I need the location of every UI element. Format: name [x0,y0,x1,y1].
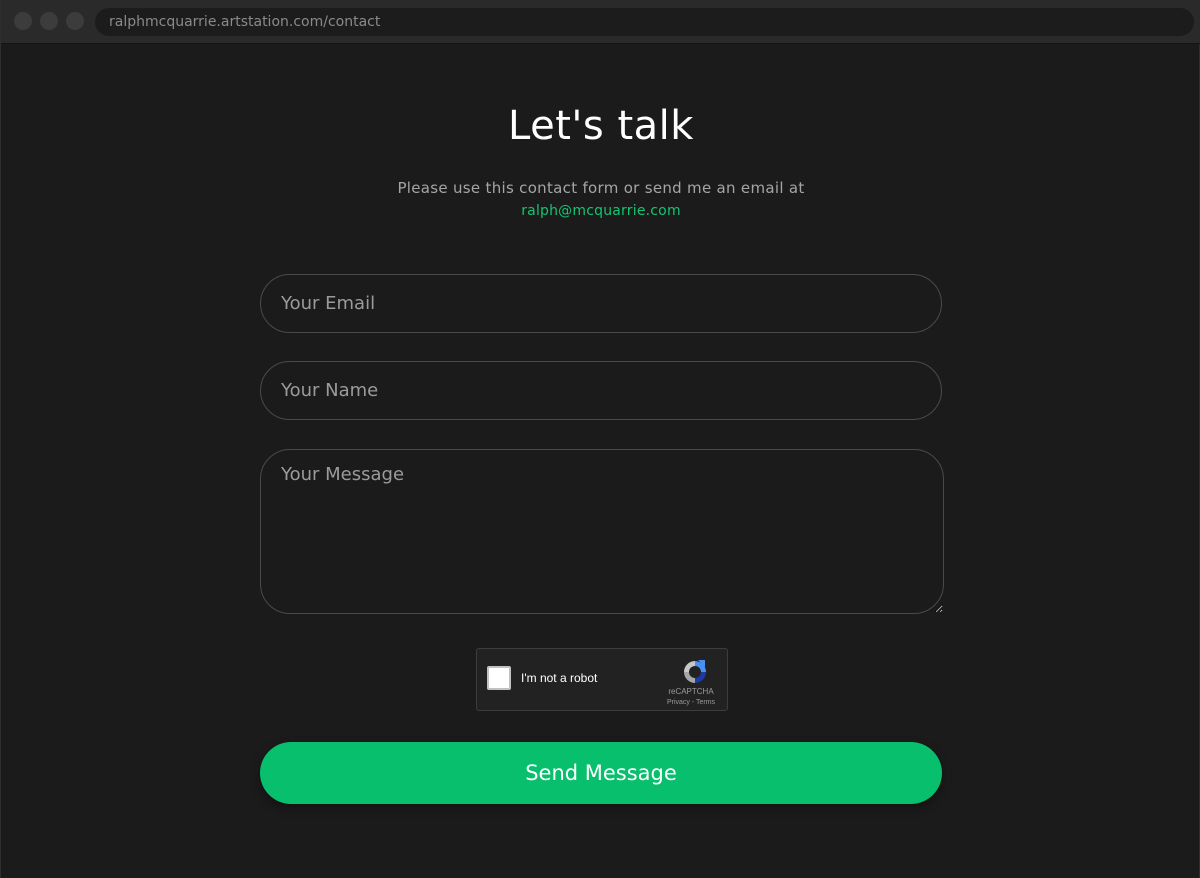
email-field[interactable] [260,274,942,333]
recaptcha-logo-icon [684,660,706,683]
recaptcha-brand: reCAPTCHA [668,687,714,696]
address-bar[interactable]: ralphmcquarrie.artstation.com/contact [95,8,1194,36]
send-message-button[interactable]: Send Message [260,742,942,804]
recaptcha-label: I'm not a robot [521,671,598,685]
contact-email-link[interactable]: ralph@mcquarrie.com [1,200,1200,222]
page-title: Let's talk [508,103,694,149]
window-close-dot[interactable] [14,12,32,30]
recaptcha-widget: I'm not a robot reCAPTCHA Privacy - Term… [476,648,728,711]
message-field[interactable] [260,449,944,614]
browser-window: ralphmcquarrie.artstation.com/contact Le… [0,0,1200,878]
recaptcha-terms-links[interactable]: Privacy - Terms [661,699,721,706]
recaptcha-checkbox[interactable] [487,666,511,690]
window-minimize-dot[interactable] [40,12,58,30]
browser-chrome: ralphmcquarrie.artstation.com/contact [1,0,1200,44]
page-subtitle: Please use this contact form or send me … [397,179,805,197]
name-field[interactable] [260,361,942,420]
window-maximize-dot[interactable] [66,12,84,30]
